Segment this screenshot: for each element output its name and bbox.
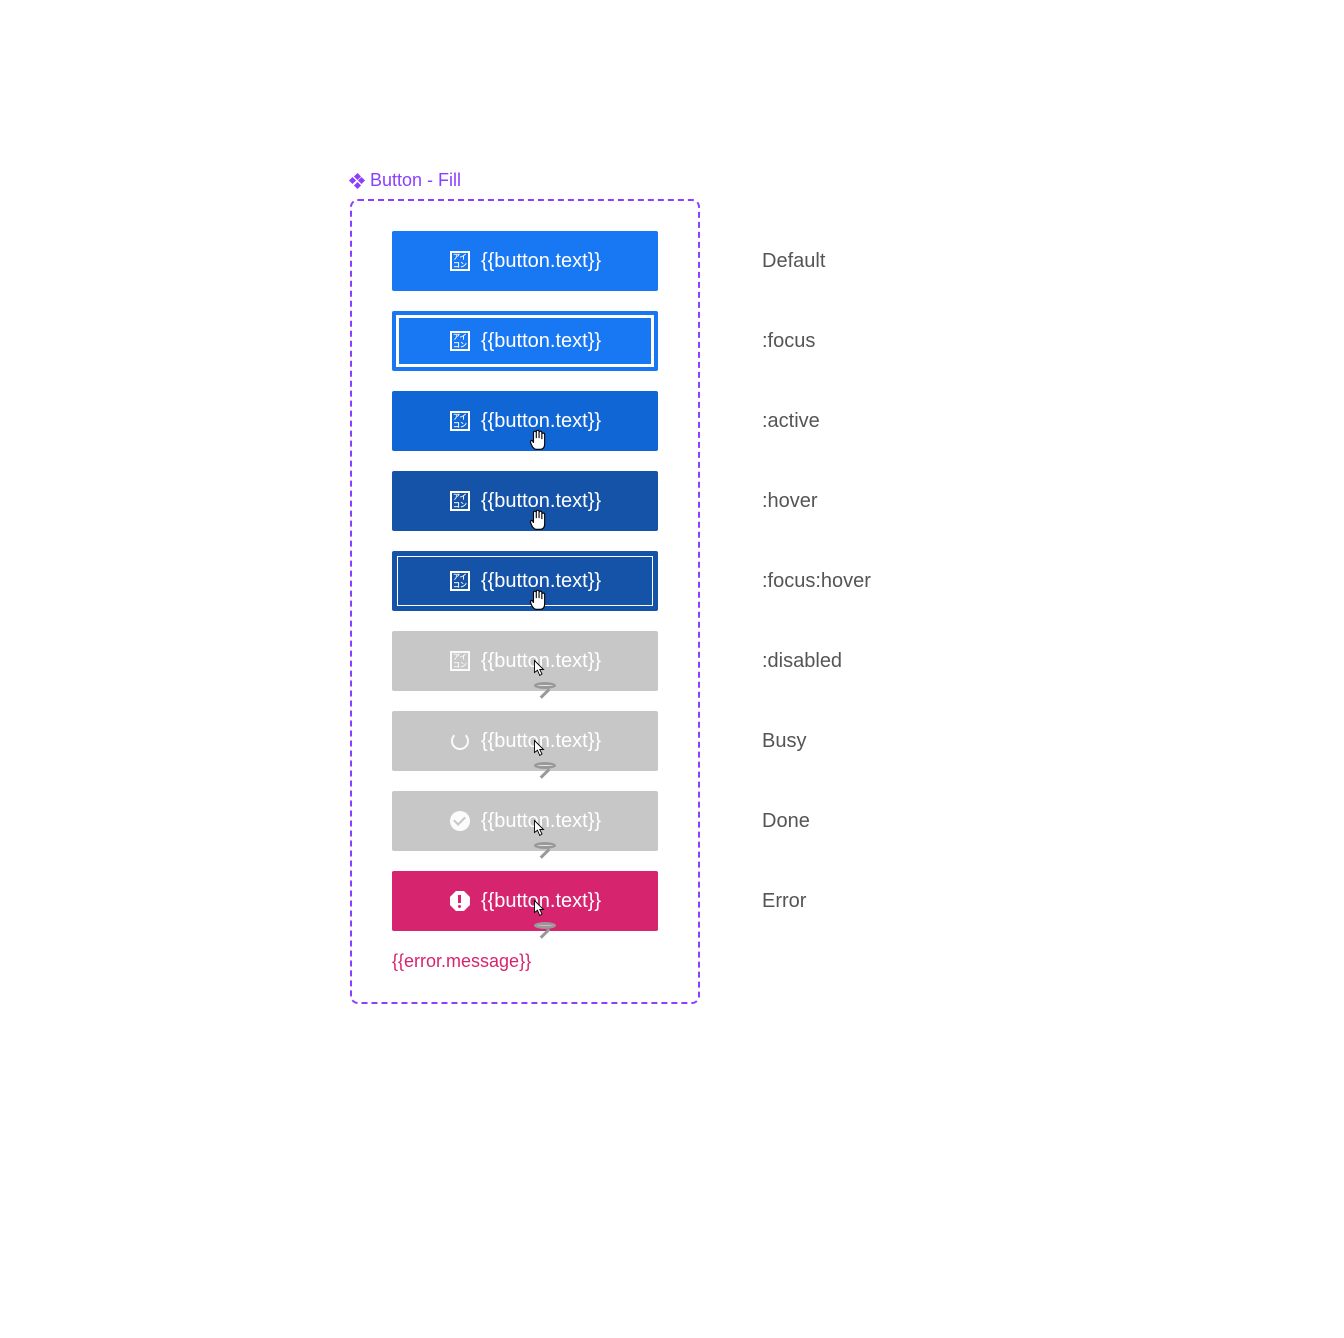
check-icon	[450, 811, 470, 831]
placeholder-icon: アイ コン	[450, 571, 470, 591]
component-title: Button - Fill	[350, 170, 700, 191]
state-row-active: アイ コン{{button.text}}:active	[392, 391, 658, 451]
button-text: {{button.text}}	[481, 730, 601, 753]
button-busy: {{button.text}}	[392, 711, 658, 771]
component-title-text: Button - Fill	[370, 170, 461, 191]
state-label-busy: Busy	[762, 730, 806, 753]
button-disabled: アイ コン {{button.text}}	[392, 631, 658, 691]
state-row-disabled: アイ コン{{button.text}}:disabled	[392, 631, 658, 691]
state-row-hover: アイ コン{{button.text}}:hover	[392, 471, 658, 531]
state-label-error: Error	[762, 890, 806, 913]
state-label-active: :active	[762, 410, 820, 433]
button-text: {{button.text}}	[481, 490, 601, 513]
state-label-focushover: :focus:hover	[762, 570, 871, 593]
button-text: {{button.text}}	[481, 650, 601, 673]
button-active[interactable]: アイ コン {{button.text}}	[392, 391, 658, 451]
placeholder-icon: アイ コン	[450, 411, 470, 431]
button-done: {{button.text}}	[392, 791, 658, 851]
button-text: {{button.text}}	[481, 250, 601, 273]
button-error: {{button.text}}	[392, 871, 658, 931]
state-row-default: アイ コン{{button.text}}Default	[392, 231, 658, 291]
spinner-icon	[451, 732, 469, 750]
button-text: {{button.text}}	[481, 890, 601, 913]
state-row-focus: アイ コン{{button.text}}:focus	[392, 311, 658, 371]
state-label-disabled: :disabled	[762, 650, 842, 673]
error-message: {{error.message}}	[392, 951, 658, 972]
state-row-busy: {{button.text}}Busy	[392, 711, 658, 771]
placeholder-icon: アイ コン	[450, 491, 470, 511]
placeholder-icon: アイ コン	[450, 331, 470, 351]
alert-icon	[450, 891, 470, 911]
button-states-frame: アイ コン{{button.text}}Defaultアイ コン{{button…	[350, 199, 700, 1004]
state-label-hover: :hover	[762, 490, 818, 513]
button-text: {{button.text}}	[481, 570, 601, 593]
state-label-default: Default	[762, 250, 825, 273]
state-row-error: {{button.text}}Error	[392, 871, 658, 931]
button-text: {{button.text}}	[481, 810, 601, 833]
button-text: {{button.text}}	[481, 330, 601, 353]
button-focus[interactable]: アイ コン {{button.text}}	[392, 311, 658, 371]
button-default[interactable]: アイ コン {{button.text}}	[392, 231, 658, 291]
button-focushover[interactable]: アイ コン {{button.text}}	[392, 551, 658, 611]
state-row-focushover: アイ コン{{button.text}}:focus:hover	[392, 551, 658, 611]
placeholder-icon: アイ コン	[450, 651, 470, 671]
placeholder-icon: アイ コン	[450, 251, 470, 271]
button-hover[interactable]: アイ コン {{button.text}}	[392, 471, 658, 531]
state-label-focus: :focus	[762, 330, 815, 353]
component-icon	[350, 174, 364, 188]
state-row-done: {{button.text}}Done	[392, 791, 658, 851]
state-label-done: Done	[762, 810, 810, 833]
button-text: {{button.text}}	[481, 410, 601, 433]
